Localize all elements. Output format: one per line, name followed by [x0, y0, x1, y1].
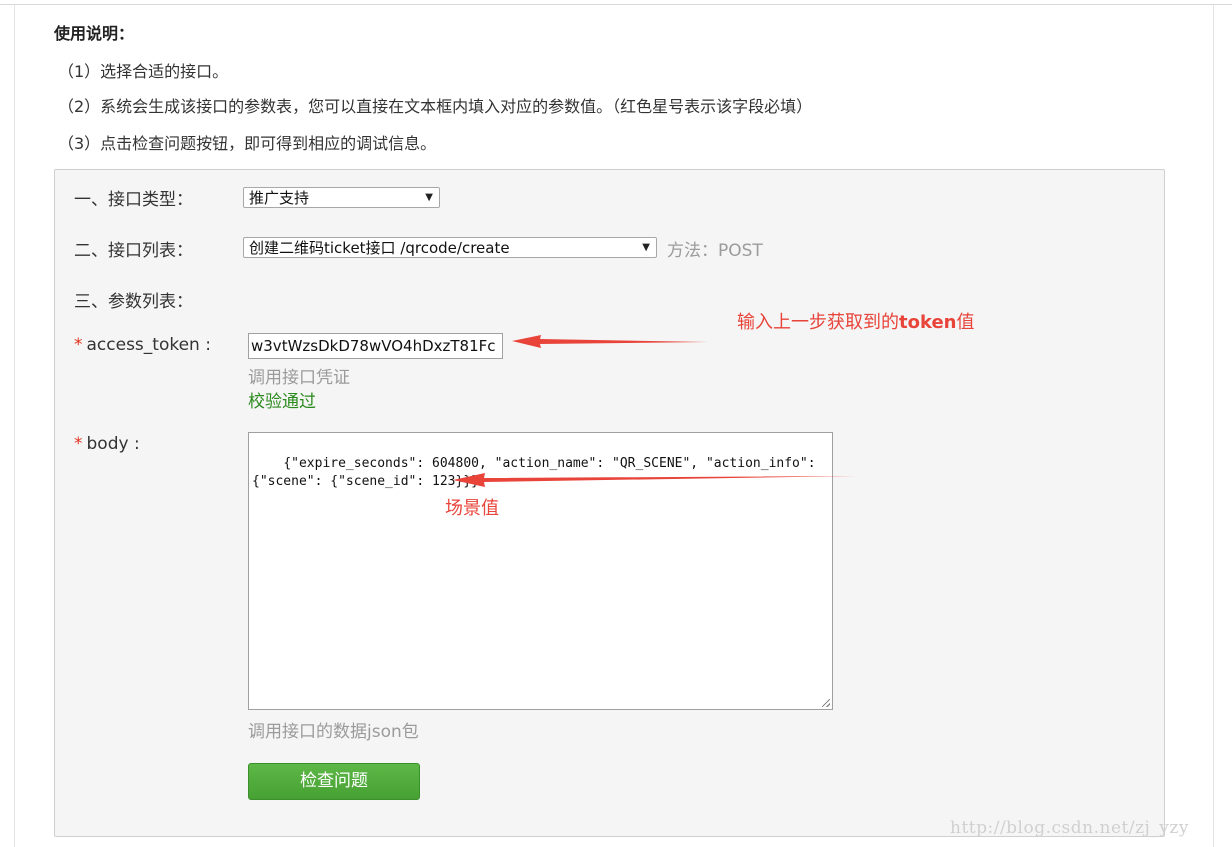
- usage-title: 使用说明：: [54, 24, 135, 43]
- access-token-hint: 调用接口凭证: [248, 368, 350, 388]
- page: 使用说明： （1）选择合适的接口。 （2）系统会生成该接口的参数表，您可以直接在…: [0, 0, 1232, 847]
- interface-list-label: 二、接口列表：: [74, 241, 193, 261]
- dropdown-arrow-icon: ▼: [425, 192, 433, 203]
- usage-step-1: （1）选择合适的接口。: [58, 62, 229, 81]
- watermark: http://blog.csdn.net/zj_yzy: [950, 818, 1189, 838]
- required-star: *: [74, 434, 83, 454]
- check-problem-button[interactable]: 检查问题: [248, 763, 420, 800]
- usage-step-3: （3）点击检查问题按钮，即可得到相应的调试信息。: [58, 134, 437, 153]
- params-list-label: 三、参数列表：: [74, 292, 193, 312]
- dropdown-arrow-icon: ▼: [642, 242, 650, 253]
- interface-type-select[interactable]: 推广支持 ▼: [243, 187, 440, 208]
- body-label: * body :: [74, 434, 140, 454]
- right-divider: [1213, 5, 1214, 847]
- body-textarea[interactable]: {"expire_seconds": 604800, "action_name"…: [248, 432, 833, 710]
- access-token-label-text: access_token :: [86, 335, 211, 355]
- left-divider: [14, 5, 15, 847]
- token-annotation-suffix: 值: [956, 312, 975, 333]
- interface-list-value: 创建二维码ticket接口 /qrcode/create: [249, 239, 510, 257]
- access-token-label: * access_token :: [74, 335, 211, 355]
- usage-step-2: （2）系统会生成该接口的参数表，您可以直接在文本框内填入对应的参数值。（红色星号…: [58, 97, 813, 116]
- access-token-input[interactable]: w3vtWzsDkD78wVO4hDxzT81Fc: [248, 333, 503, 359]
- top-divider: [0, 4, 1232, 5]
- resize-grip-icon[interactable]: [822, 699, 830, 707]
- scene-annotation: 场景值: [445, 498, 499, 519]
- interface-type-value: 推广支持: [249, 189, 310, 207]
- token-annotation-prefix: 输入上一步获取到的: [737, 312, 899, 333]
- interface-list-select[interactable]: 创建二维码ticket接口 /qrcode/create ▼: [243, 237, 657, 258]
- method-text: 方法：POST: [667, 241, 763, 261]
- body-textarea-value: {"expire_seconds": 604800, "action_name"…: [252, 456, 824, 489]
- body-label-text: body :: [86, 434, 140, 454]
- required-star: *: [74, 335, 83, 355]
- token-annotation: 输入上一步获取到的token值: [737, 308, 974, 334]
- access-token-valid-status: 校验通过: [248, 392, 316, 412]
- token-annotation-bold: token: [899, 312, 957, 333]
- interface-type-label: 一、接口类型：: [74, 190, 193, 210]
- body-hint: 调用接口的数据json包: [248, 722, 419, 742]
